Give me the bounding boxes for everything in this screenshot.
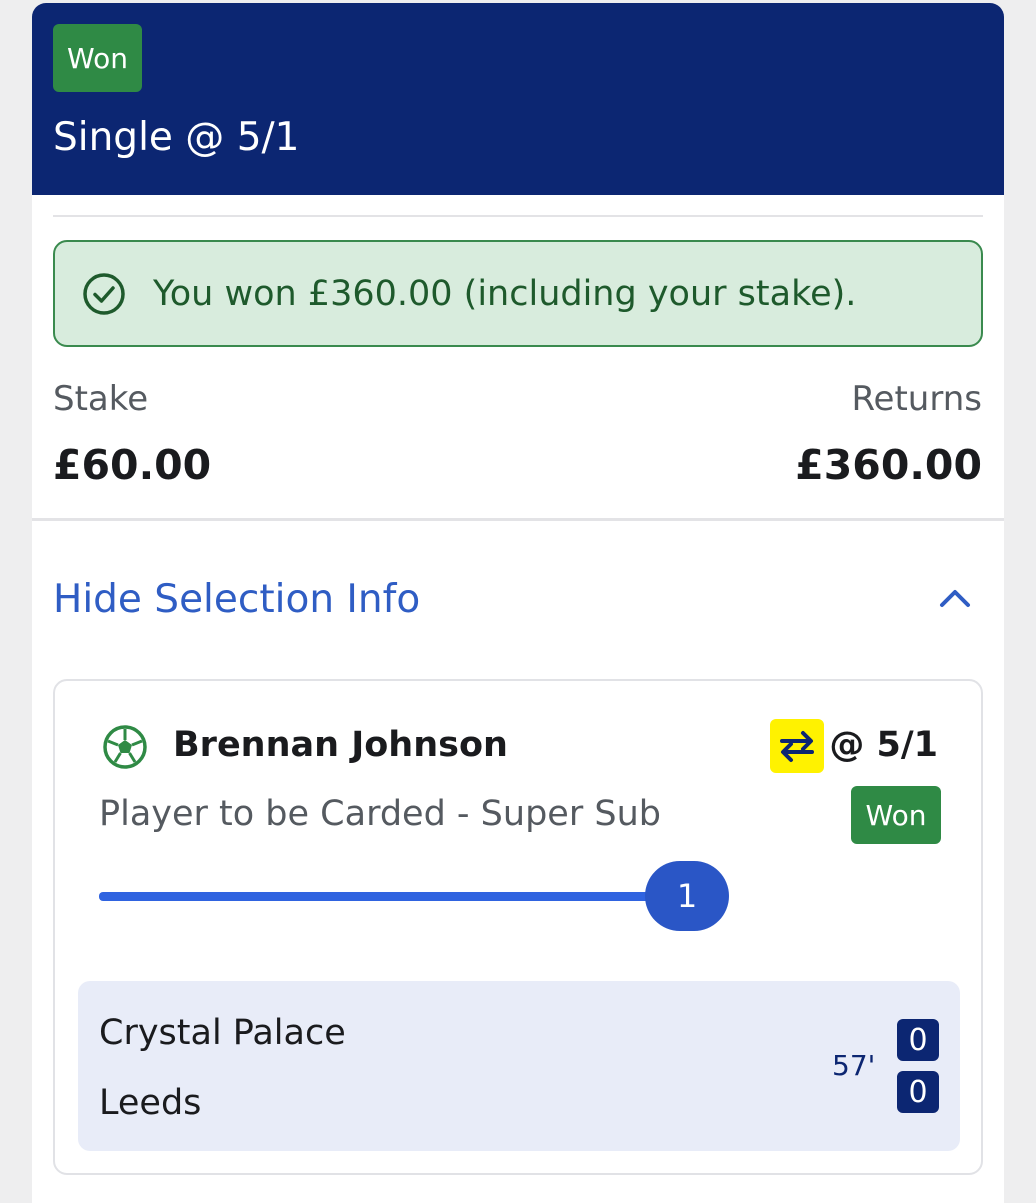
divider xyxy=(53,215,983,217)
bet-status-badge: Won xyxy=(53,24,142,92)
selection-status-badge: Won xyxy=(851,786,941,844)
home-team: Crystal Palace xyxy=(99,1013,346,1053)
selection-odds: @ 5/1 xyxy=(829,725,938,765)
market-name: Player to be Carded - Super Sub xyxy=(99,794,661,834)
section-divider xyxy=(32,518,1004,521)
player-name: Brennan Johnson xyxy=(173,725,508,765)
returns-value: £360.00 xyxy=(795,441,982,489)
home-score: 0 xyxy=(897,1019,939,1061)
hide-selection-info-link[interactable]: Hide Selection Info xyxy=(53,577,420,622)
selection-card: Brennan Johnson @ 5/1 Player to be Carde… xyxy=(53,679,983,1175)
returns-label: Returns xyxy=(851,379,982,419)
bet-header: Won Single @ 5/1 xyxy=(32,3,1004,195)
away-team: Leeds xyxy=(99,1083,202,1123)
bet-title: Single @ 5/1 xyxy=(53,115,300,160)
match-clock: 57' xyxy=(832,1049,876,1082)
chevron-up-icon[interactable] xyxy=(938,587,972,609)
stake-value: £60.00 xyxy=(53,441,212,489)
check-circle-icon xyxy=(83,272,125,315)
away-score: 0 xyxy=(897,1071,939,1113)
event-scoreboard[interactable]: Crystal Palace Leeds 57' 0 0 xyxy=(78,981,960,1151)
progress-bar xyxy=(99,892,659,901)
football-icon xyxy=(103,725,147,769)
bet-card: Won Single @ 5/1 You won £360.00 (includ… xyxy=(32,3,1004,1203)
won-message: You won £360.00 (including your stake). xyxy=(153,273,857,314)
super-sub-icon xyxy=(770,719,824,773)
won-banner: You won £360.00 (including your stake). xyxy=(53,240,983,347)
stake-label: Stake xyxy=(53,379,149,419)
progress-count-badge: 1 xyxy=(645,861,729,931)
